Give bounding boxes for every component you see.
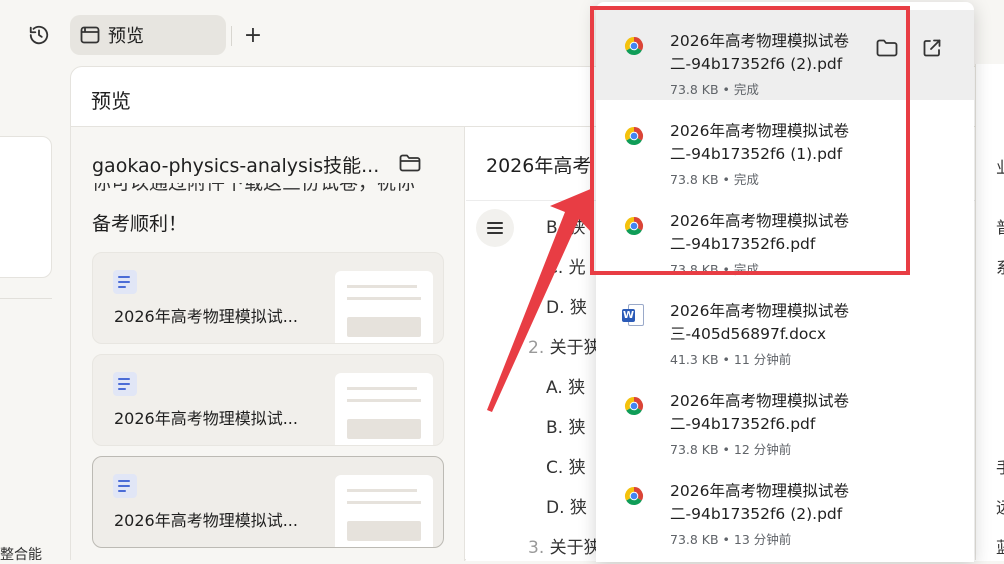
file-thumbnail bbox=[335, 271, 433, 343]
message-line: 备考顺利！ bbox=[92, 213, 188, 235]
download-filename: 2026年高考物理模拟试卷 二-94b17352f6.pdf bbox=[670, 392, 849, 433]
download-item[interactable]: 2026年高考物理模拟试卷 二-94b17352f6.pdf 73.8 KB • … bbox=[596, 190, 974, 280]
outline-item: D. 狭 bbox=[546, 298, 587, 318]
document-icon bbox=[113, 372, 137, 396]
show-in-folder-button[interactable] bbox=[873, 34, 901, 62]
download-item[interactable]: 2026年高考物理模拟试卷 二-94b17352f6 (2).pdf 73.8 K… bbox=[596, 10, 974, 100]
download-meta: 73.8 KB • 完成 bbox=[670, 82, 759, 97]
document-icon bbox=[113, 474, 137, 498]
outline-menu-button[interactable] bbox=[476, 209, 514, 247]
edge-char: 系 bbox=[996, 254, 1004, 278]
history-icon bbox=[29, 25, 49, 45]
download-item[interactable]: W 2026年高考物理模拟试卷 三-405d56897f.docx 41.3 KB… bbox=[596, 280, 974, 370]
outline-item: 3. 关于狭 bbox=[528, 538, 601, 558]
download-item[interactable]: 2026年高考物理模拟试卷 二-94b17352f6 (2).pdf 73.8 K… bbox=[596, 460, 974, 550]
folder-icon bbox=[399, 154, 421, 172]
outline-item: C. 光 bbox=[546, 258, 586, 278]
edge-char: 蓝 bbox=[996, 534, 1004, 558]
open-folder-button[interactable] bbox=[397, 151, 423, 175]
file-name: 2026年高考物理模拟试... bbox=[114, 511, 298, 530]
downloads-panel: 2026年高考物理模拟试卷 二-94b17352f6 (2).pdf 73.8 K… bbox=[596, 2, 974, 562]
file-name: 2026年高考物理模拟试... bbox=[114, 307, 298, 326]
preview-title: 预览 bbox=[91, 89, 131, 113]
files-column: gaokao-physics-analysis技能... 你可以通过附件下载这三… bbox=[71, 127, 465, 561]
file-thumbnail bbox=[335, 373, 433, 445]
message-partial-line: 你可以通过附件下载这三份试卷，祝你 bbox=[92, 183, 416, 194]
download-item[interactable]: 2026年高考物理模拟试卷 二-94b17352f6 (1).pdf 73.8 K… bbox=[596, 100, 974, 190]
chrome-icon bbox=[624, 37, 644, 56]
file-card-selected[interactable]: 2026年高考物理模拟试... bbox=[92, 456, 444, 548]
word-file-icon: W bbox=[622, 304, 644, 328]
download-meta: 73.8 KB • 13 分钟前 bbox=[670, 532, 792, 547]
browser-tab-icon bbox=[80, 26, 100, 44]
download-meta: 73.8 KB • 12 分钟前 bbox=[670, 442, 792, 457]
chrome-icon bbox=[624, 487, 644, 506]
edge-char: 业 bbox=[996, 154, 1004, 178]
edge-char: 手 bbox=[996, 454, 1004, 478]
download-meta: 73.8 KB • 完成 bbox=[670, 172, 759, 187]
edge-char: 远 bbox=[996, 494, 1004, 518]
download-filename: 2026年高考物理模拟试卷 二-94b17352f6 (2).pdf bbox=[670, 482, 849, 523]
history-button[interactable] bbox=[24, 20, 54, 50]
tab-separator bbox=[231, 26, 232, 46]
document-icon bbox=[113, 270, 137, 294]
right-panel-edge: 业 普 系 手 远 蓝 bbox=[975, 64, 1004, 560]
left-card bbox=[0, 136, 52, 278]
download-meta: 41.3 KB • 11 分钟前 bbox=[670, 352, 792, 367]
outline-item: D. 狭 bbox=[546, 498, 587, 518]
chrome-icon bbox=[624, 127, 644, 146]
outline-item: B. 狭 bbox=[546, 418, 586, 438]
left-divider bbox=[0, 298, 52, 299]
download-filename: 2026年高考物理模拟试卷 二-94b17352f6.pdf bbox=[670, 212, 849, 253]
outline-item: B. 狭 bbox=[546, 218, 586, 238]
download-filename: 2026年高考物理模拟试卷 二-94b17352f6 (2).pdf bbox=[670, 32, 849, 73]
chrome-icon bbox=[624, 217, 644, 236]
folder-icon bbox=[876, 39, 898, 57]
download-filename: 2026年高考物理模拟试卷 三-405d56897f.docx bbox=[670, 302, 849, 343]
download-item[interactable]: 2026年高考物理模拟试卷 二-94b17352f6.pdf 73.8 KB • … bbox=[596, 370, 974, 460]
file-card[interactable]: 2026年高考物理模拟试... bbox=[92, 252, 444, 344]
outline-item: C. 狭 bbox=[546, 458, 586, 478]
left-sidebar: 整合能 bbox=[0, 64, 70, 563]
file-thumbnail bbox=[335, 475, 433, 547]
outline-item: A. 狭 bbox=[546, 378, 586, 398]
chrome-icon bbox=[624, 397, 644, 416]
download-meta: 73.8 KB • 完成 bbox=[670, 262, 759, 277]
left-partial-text: 整合能 bbox=[0, 547, 42, 563]
document-title: 2026年高考 bbox=[486, 155, 592, 177]
file-name: 2026年高考物理模拟试... bbox=[114, 409, 298, 428]
tab-label: 预览 bbox=[108, 26, 144, 47]
menu-icon bbox=[487, 222, 503, 234]
outline-item: 2. 关于狭 bbox=[528, 338, 601, 358]
tab-preview[interactable]: 预览 bbox=[70, 15, 226, 55]
download-filename: 2026年高考物理模拟试卷 二-94b17352f6 (1).pdf bbox=[670, 122, 849, 163]
edge-char: 普 bbox=[996, 214, 1004, 238]
add-tab-button[interactable]: + bbox=[240, 22, 266, 48]
files-title: gaokao-physics-analysis技能... bbox=[92, 155, 380, 177]
file-card[interactable]: 2026年高考物理模拟试... bbox=[92, 354, 444, 446]
open-external-icon bbox=[923, 39, 941, 57]
open-file-button[interactable] bbox=[918, 34, 946, 62]
